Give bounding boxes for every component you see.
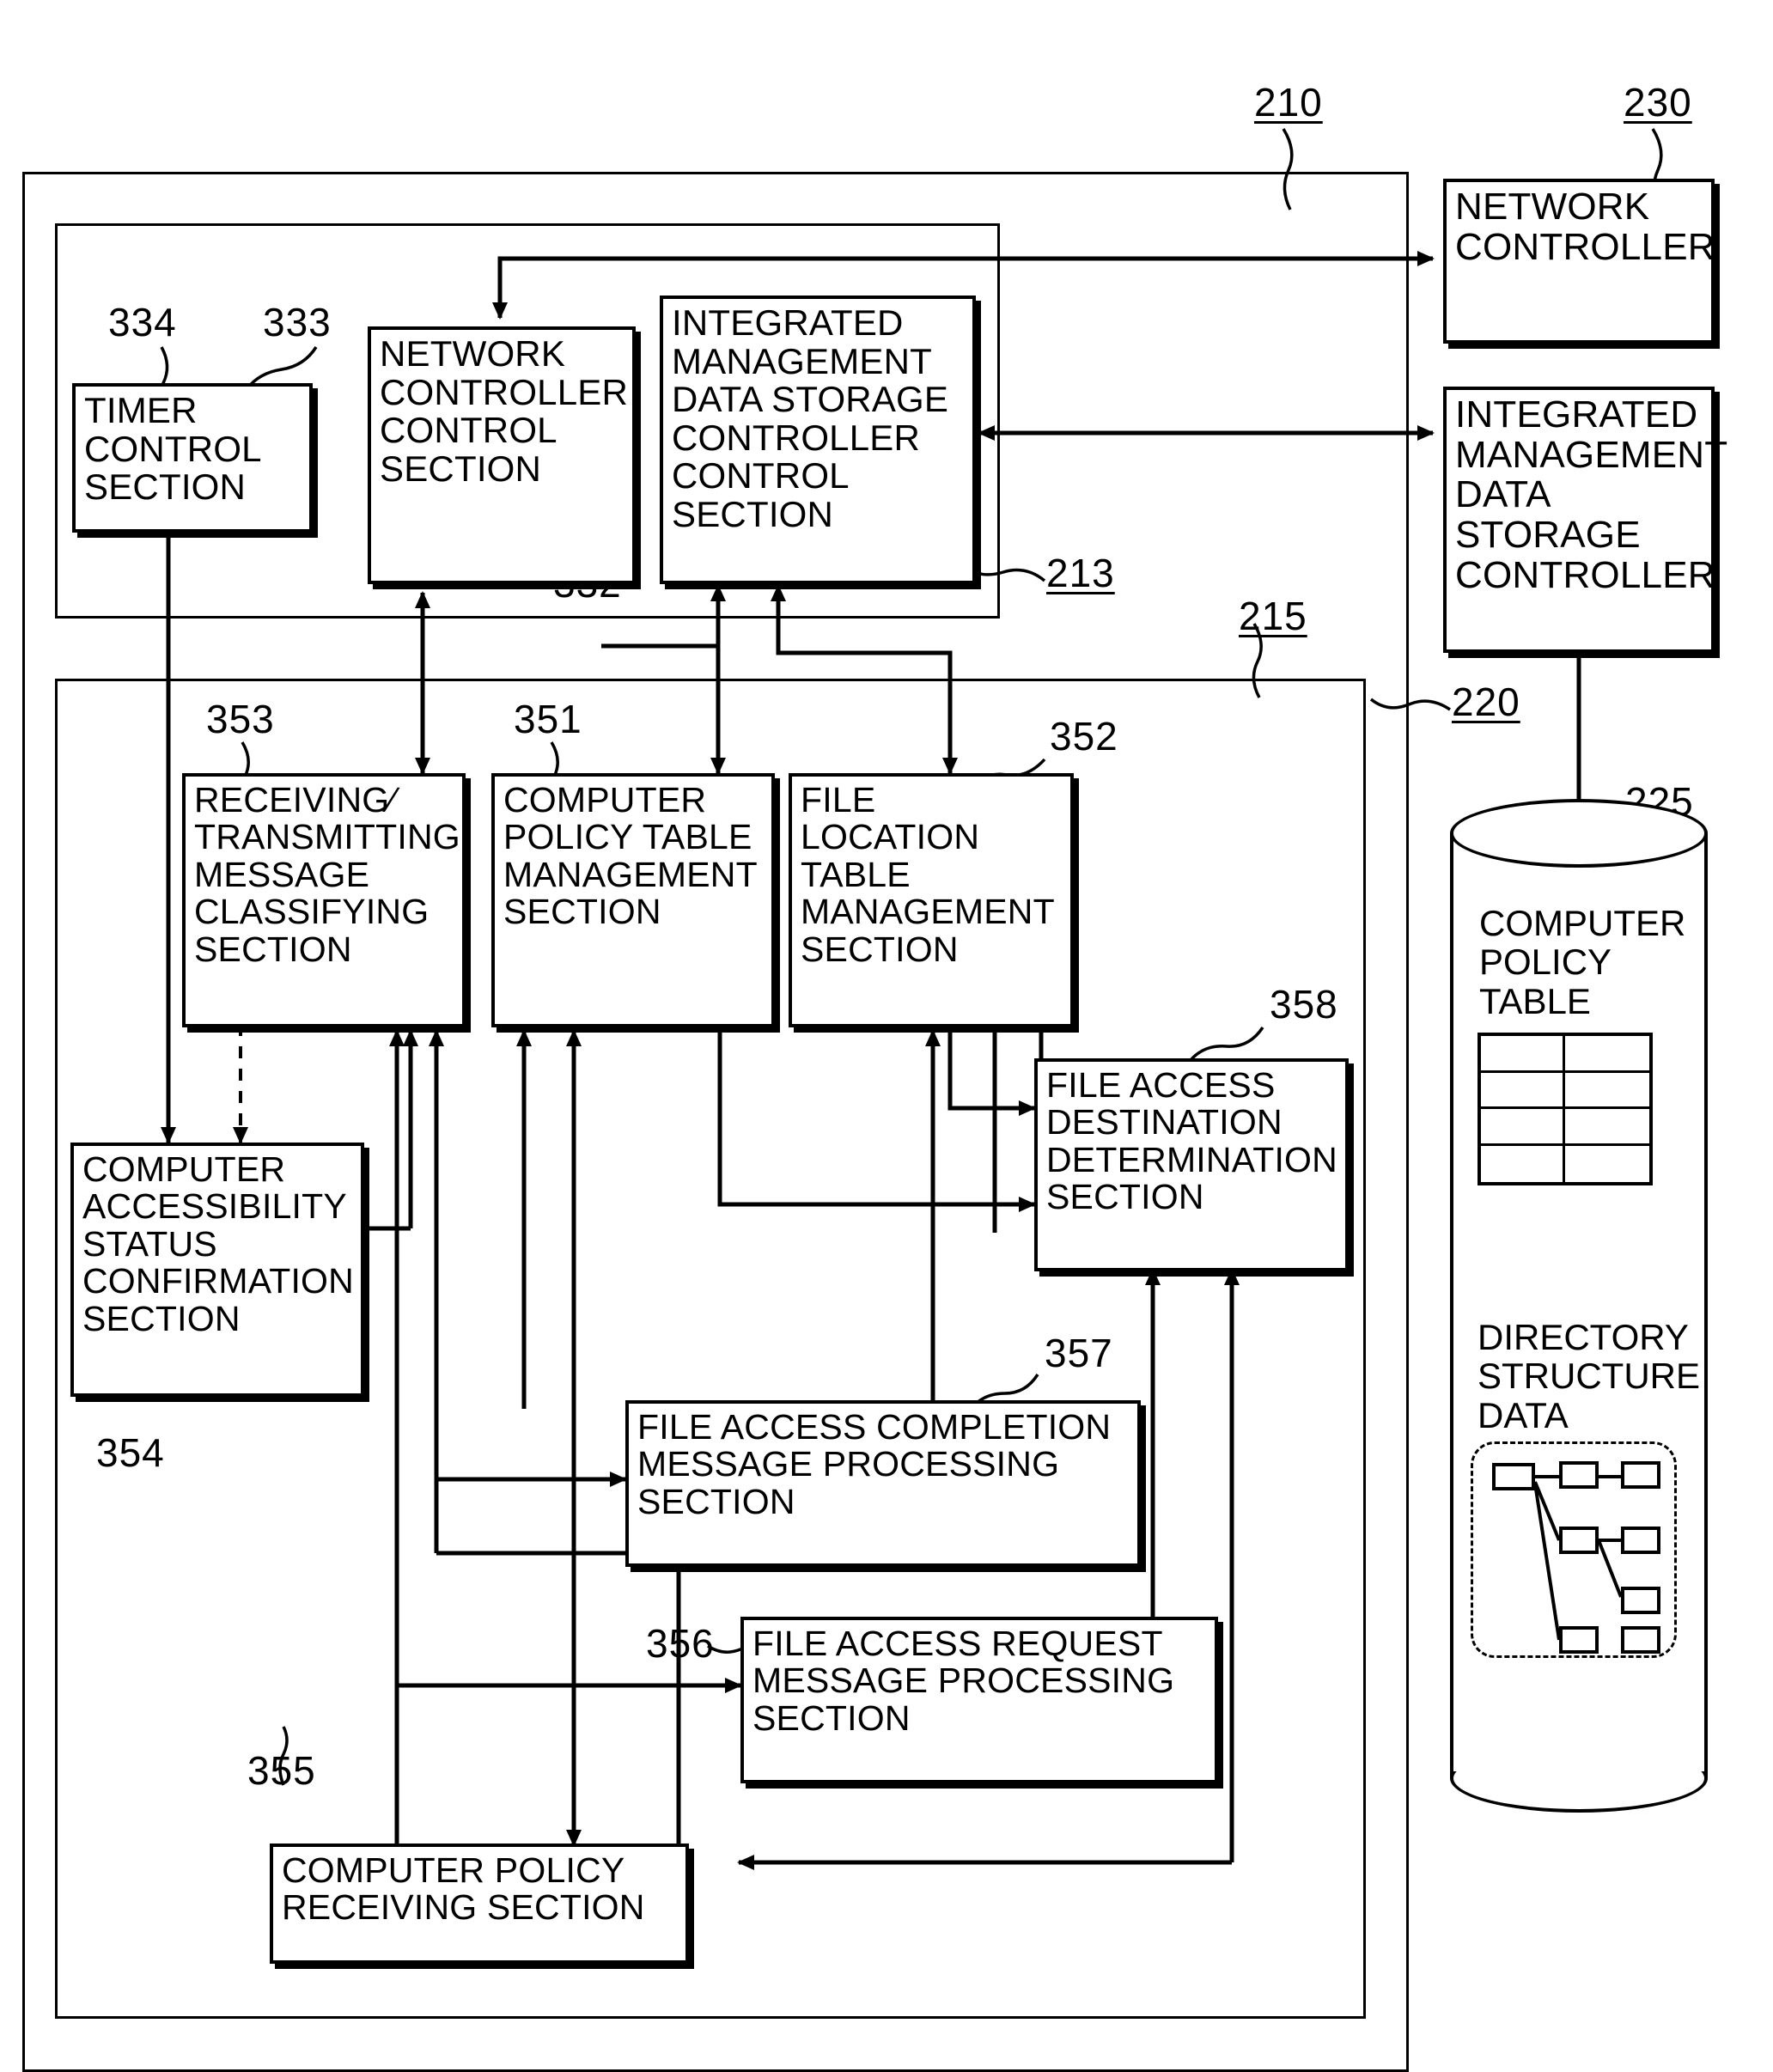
imgscc-line-6: SECTION xyxy=(672,493,834,534)
facmp-line-3: SECTION xyxy=(637,1481,795,1521)
imgscc-line-3: DATA STORAGE xyxy=(672,379,949,420)
cptm-line-2: POLICY TABLE xyxy=(503,817,752,857)
cascs-line-3: STATUS xyxy=(82,1223,217,1264)
directory-structure-data-label: DIRECTORY STRUCTURE DATA xyxy=(1478,1317,1700,1435)
ref-358: 358 xyxy=(1270,982,1338,1027)
table-cell xyxy=(1565,1109,1649,1146)
ref-210: 210 xyxy=(1254,80,1323,125)
timer-control-line-2: CONTROL xyxy=(84,428,262,469)
timer-control-section-block[interactable]: TIMER CONTROL SECTION xyxy=(72,383,313,533)
imgscc-line-2: MANAGEMENT xyxy=(672,340,933,381)
imgsce-line-1: INTEGRATED xyxy=(1455,393,1698,436)
imgsce-line-2: MANAGEMENT xyxy=(1455,433,1728,476)
facmp-line-1: FILE ACCESS COMPLETION xyxy=(637,1407,1112,1447)
facmp-line-2: MESSAGE PROCESSING xyxy=(637,1444,1060,1484)
imgsce-line-4: STORAGE xyxy=(1455,513,1641,556)
integrated-management-data-storage-controller-external-block[interactable]: INTEGRATED MANAGEMENT DATA STORAGE CONTR… xyxy=(1443,387,1727,653)
imgsce-line-5: CONTROLLER xyxy=(1455,553,1715,596)
file-access-request-message-processing-section-block[interactable]: FILE ACCESS REQUEST MESSAGE PROCESSING S… xyxy=(740,1617,1218,1783)
ncc-line-4: SECTION xyxy=(380,448,542,489)
file-access-completion-message-processing-section-block[interactable]: FILE ACCESS COMPLETION MESSAGE PROCESSIN… xyxy=(625,1400,1141,1567)
computer-accessibility-status-confirmation-section-block[interactable]: COMPUTER ACCESSIBILITY STATUS CONFIRMATI… xyxy=(70,1143,364,1397)
ref-353: 353 xyxy=(206,697,275,741)
cprs-line-1: COMPUTER POLICY xyxy=(282,1850,625,1890)
table-cell xyxy=(1481,1109,1565,1146)
network-controller-external-block[interactable]: NETWORK CONTROLLER xyxy=(1443,179,1715,344)
integrated-management-data-storage-controller-control-section-block[interactable]: INTEGRATED MANAGEMENT DATA STORAGE CONTR… xyxy=(660,296,976,584)
fadd-line-4: SECTION xyxy=(1046,1177,1204,1217)
table-cell xyxy=(1481,1072,1565,1109)
farmp-line-2: MESSAGE PROCESSING xyxy=(752,1661,1175,1701)
rtmc-line-2: TRANSMITTING xyxy=(194,817,460,857)
table-cell xyxy=(1481,1036,1565,1073)
imgsce-line-3: DATA xyxy=(1455,473,1551,516)
ref-334: 334 xyxy=(108,300,177,344)
file-location-table-management-section-block[interactable]: FILE LOCATION TABLE MANAGEMENT SECTION xyxy=(789,773,1074,1027)
directory-tree-region xyxy=(1471,1441,1677,1658)
cptm-line-1: COMPUTER xyxy=(503,780,707,820)
cascs-line-5: SECTION xyxy=(82,1298,241,1338)
patent-figure: 210 230 213 215 220 225 334 333 332 353 … xyxy=(0,0,1773,2072)
cptm-line-3: MANAGEMENT xyxy=(503,854,758,894)
fltm-line-1: FILE LOCATION xyxy=(801,780,980,857)
ref-352: 352 xyxy=(1050,714,1118,759)
farmp-line-1: FILE ACCESS REQUEST xyxy=(752,1624,1163,1663)
computer-policy-table-label: COMPUTER POLICY TABLE xyxy=(1479,903,1686,1021)
cylinder-top xyxy=(1450,799,1708,868)
cptm-line-4: SECTION xyxy=(503,892,661,932)
tree-edges xyxy=(1533,1475,1623,1641)
ref-230: 230 xyxy=(1624,80,1692,125)
ncc-line-2: CONTROLLER xyxy=(380,371,629,412)
timer-control-line-1: TIMER xyxy=(84,390,198,430)
receiving-transmitting-message-classifying-section-block[interactable]: RECEIVING∕ TRANSMITTING MESSAGE CLASSIFY… xyxy=(182,773,466,1027)
rtmc-line-3: MESSAGE xyxy=(194,854,370,894)
cascs-line-1: COMPUTER xyxy=(82,1149,286,1189)
ref-355: 355 xyxy=(247,1748,316,1793)
ref-220: 220 xyxy=(1452,679,1520,724)
ref-333: 333 xyxy=(263,300,332,344)
cascs-line-4: CONFIRMATION xyxy=(82,1261,354,1301)
rtmc-line-5: SECTION xyxy=(194,929,352,969)
fltm-line-4: SECTION xyxy=(801,929,959,969)
ncc-line-3: CONTROL xyxy=(380,410,557,451)
ref-351: 351 xyxy=(514,697,582,741)
network-controller-control-section-block[interactable]: NETWORK CONTROLLER CONTROL SECTION xyxy=(368,326,636,584)
computer-policy-table-grid xyxy=(1478,1033,1653,1185)
fadd-line-2: DESTINATION xyxy=(1046,1102,1283,1143)
ref-356: 356 xyxy=(646,1621,715,1666)
ref-213: 213 xyxy=(1046,551,1115,595)
fadd-line-3: DETERMINATION xyxy=(1046,1139,1337,1179)
nce-line-2: CONTROLLER xyxy=(1455,225,1715,268)
timer-control-line-3: SECTION xyxy=(84,466,247,508)
ref-215: 215 xyxy=(1239,594,1307,638)
database-cylinder-225[interactable]: COMPUTER POLICY TABLE DIRECTORY STRUCTUR… xyxy=(1450,799,1708,1813)
fadd-line-1: FILE ACCESS xyxy=(1046,1065,1276,1105)
ncc-line-1: NETWORK xyxy=(380,333,566,374)
computer-policy-table-management-section-block[interactable]: COMPUTER POLICY TABLE MANAGEMENT SECTION xyxy=(491,773,775,1027)
nce-line-1: NETWORK xyxy=(1455,186,1650,228)
table-cell xyxy=(1481,1145,1565,1182)
cascs-line-2: ACCESSIBILITY xyxy=(82,1186,347,1227)
ref-357: 357 xyxy=(1045,1331,1113,1375)
farmp-line-3: SECTION xyxy=(752,1697,911,1738)
table-cell xyxy=(1565,1036,1649,1073)
fltm-line-2: TABLE xyxy=(801,854,911,894)
rtmc-line-1: RECEIVING∕ xyxy=(194,780,396,820)
cprs-line-2: RECEIVING SECTION xyxy=(282,1887,645,1928)
table-cell xyxy=(1565,1146,1649,1183)
computer-policy-receiving-section-block[interactable]: COMPUTER POLICY RECEIVING SECTION xyxy=(270,1843,689,1964)
file-access-destination-determination-section-block[interactable]: FILE ACCESS DESTINATION DETERMINATION SE… xyxy=(1034,1058,1349,1271)
ref-354: 354 xyxy=(96,1430,165,1475)
table-cell xyxy=(1565,1073,1649,1109)
imgscc-line-1: INTEGRATED xyxy=(672,302,904,343)
rtmc-line-4: CLASSIFYING xyxy=(194,892,430,932)
imgscc-line-5: CONTROL xyxy=(672,455,850,497)
imgscc-line-4: CONTROLLER xyxy=(672,417,921,458)
fltm-line-3: MANAGEMENT xyxy=(801,892,1055,932)
